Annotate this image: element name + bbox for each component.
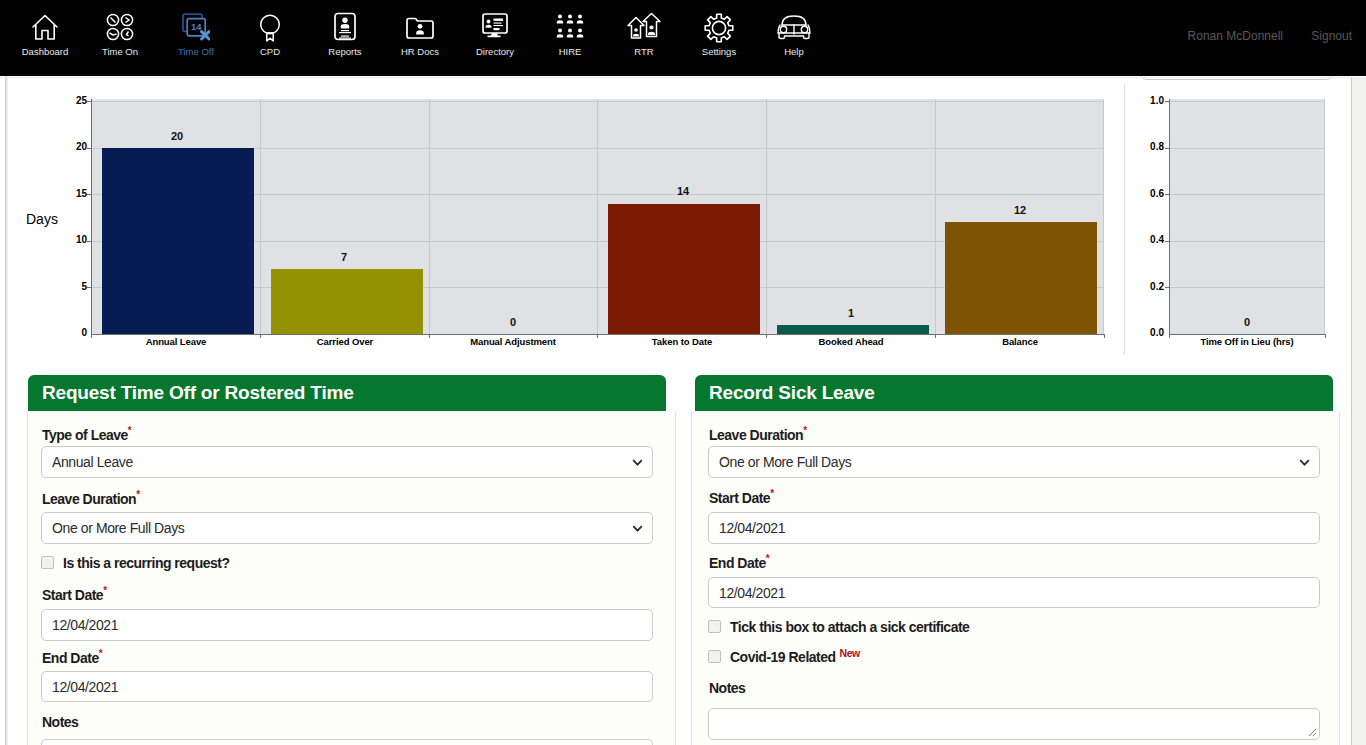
svg-text:14: 14 (191, 21, 202, 32)
